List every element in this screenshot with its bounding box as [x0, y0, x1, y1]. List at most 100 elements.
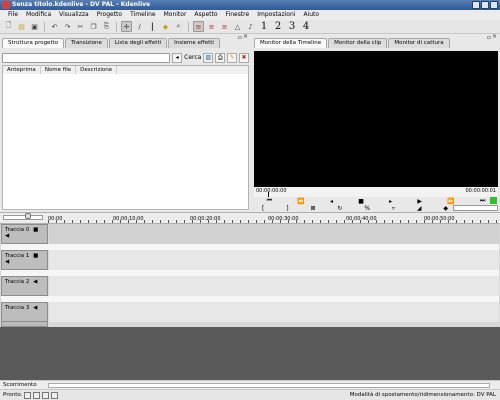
track-visibility-icon[interactable]: ■ — [33, 253, 38, 259]
desktop-3-button[interactable]: 3 — [286, 21, 298, 32]
status-button-4[interactable] — [51, 391, 59, 399]
track-view-icon[interactable]: ≡ — [193, 21, 204, 32]
menu-timeline[interactable]: Timeline — [126, 10, 160, 20]
desktop-1-button[interactable]: 1 — [258, 21, 270, 32]
menu-progetto[interactable]: Progetto — [93, 10, 126, 20]
edit-clip-icon[interactable]: ✎ — [227, 52, 238, 63]
split-icon[interactable]: ⊠ — [310, 205, 315, 212]
track-header[interactable]: Traccia 0 ■ ◀ — [1, 224, 48, 244]
track-name: Traccia 3 — [5, 305, 30, 311]
select-tool-icon[interactable]: ✛ — [121, 21, 132, 32]
status-button-3[interactable] — [42, 391, 50, 399]
column-preview[interactable]: Anteprima — [3, 66, 41, 74]
marker-add-icon[interactable]: ◆ — [443, 205, 448, 212]
monitor-ruler[interactable]: 00:00:00:00 00:00:00:01 — [254, 187, 498, 197]
horizontal-scrollbar[interactable] — [48, 383, 490, 388]
column-filename[interactable]: Nome file — [41, 66, 77, 74]
paste-icon[interactable]: ⎘ — [101, 21, 112, 32]
track-lane[interactable] — [49, 224, 499, 244]
razor-tool-icon[interactable]: ∕ — [134, 21, 145, 32]
zone-out-icon[interactable]: ] — [286, 205, 288, 212]
close-panel-icon[interactable]: × — [243, 33, 248, 40]
scale-icon[interactable]: % — [364, 205, 370, 212]
zone-in-icon[interactable]: [ — [262, 205, 264, 212]
timeline-ruler[interactable]: 00:00 00:00:10:00 00:00:20:00 00:00:30:0… — [0, 212, 500, 224]
column-description[interactable]: Descrizione — [76, 66, 118, 74]
monitor-time-start: 00:00:00:00 — [256, 188, 287, 194]
tab-effect-stack[interactable]: Insieme effetti — [168, 38, 220, 48]
track-mute-icon[interactable]: ◀ — [33, 305, 37, 311]
menu-monitor[interactable]: Monitor — [160, 10, 191, 20]
spacer-tool-icon[interactable]: ┃ — [147, 21, 158, 32]
tab-transitions[interactable]: Transizione — [65, 38, 108, 48]
open-folder-icon[interactable]: ▤ — [16, 21, 27, 32]
desktop-2-button[interactable]: 2 — [272, 21, 284, 32]
track-lane[interactable] — [49, 302, 499, 322]
monitor-screen[interactable] — [254, 51, 498, 187]
track-lane[interactable] — [49, 250, 499, 270]
save-icon[interactable]: ▣ — [29, 21, 40, 32]
track-visibility-icon[interactable]: ■ — [33, 227, 38, 233]
zoom-slider-handle[interactable] — [25, 213, 31, 219]
menu-visualizza[interactable]: Visualizza — [55, 10, 93, 20]
tab-capture-monitor[interactable]: Monitor di cattura — [388, 38, 450, 48]
track-name: Traccia 2 — [5, 279, 30, 285]
status-button-1[interactable] — [24, 391, 32, 399]
zoom-slider[interactable] — [3, 215, 43, 220]
desktop-4-button[interactable]: 4 — [300, 21, 312, 32]
window-titlebar: Senza titolo.kdenlive - DV PAL - Kdenliv… — [0, 0, 500, 10]
status-ready: Pronto. — [3, 391, 23, 398]
track-mute-icon[interactable]: ◀ — [33, 279, 37, 285]
track-header[interactable]: Traccia 1 ■ ◀ — [1, 250, 48, 270]
close-window-button[interactable] — [490, 1, 498, 9]
tab-timeline-monitor[interactable]: Monitor della Timeline — [254, 38, 328, 48]
add-clip-icon[interactable]: ▨ — [203, 52, 214, 63]
tab-effects-list[interactable]: Lista degli effetti — [108, 38, 168, 48]
cut-icon[interactable]: ✂ — [75, 21, 86, 32]
project-tabs: Struttura progetto Transizione Lista deg… — [2, 38, 221, 48]
tab-project-tree[interactable]: Struttura progetto — [2, 38, 65, 48]
redo-icon[interactable]: ↷ — [62, 21, 73, 32]
menu-file[interactable]: File — [4, 10, 22, 20]
ruler-ticks — [48, 220, 500, 223]
delete-clip-icon[interactable]: ✖ — [239, 52, 250, 63]
search-input[interactable] — [2, 52, 171, 63]
snap-icon[interactable]: ◆ — [160, 21, 171, 32]
thumbnail-view-icon[interactable]: ≡ — [206, 21, 217, 32]
track-mute-icon[interactable]: ◀ — [5, 233, 9, 239]
menu-aiuto[interactable]: Aiuto — [299, 10, 323, 20]
volume-icon[interactable]: ◢ — [417, 205, 422, 212]
menubar: File Modifica Visualizza Progetto Timeli… — [0, 10, 500, 20]
volume-slider[interactable] — [453, 205, 498, 211]
clear-search-icon[interactable]: ◂ — [172, 52, 183, 63]
audio-view-icon[interactable]: ≡ — [219, 21, 230, 32]
menu-impostazioni[interactable]: Impostazioni — [253, 10, 299, 20]
new-file-icon[interactable]: 🗋 — [3, 21, 14, 32]
loop-icon[interactable]: ↻ — [337, 205, 342, 212]
track-mute-icon[interactable]: ◀ — [5, 259, 9, 265]
filter-icon[interactable]: ▿ — [392, 205, 395, 212]
track-header[interactable]: Traccia 3 ◀ — [1, 302, 48, 322]
menu-finestre[interactable]: Finestre — [222, 10, 254, 20]
track-lane[interactable] — [49, 276, 499, 296]
tab-clip-monitor[interactable]: Monitor della clip — [328, 38, 388, 48]
project-clip-list[interactable] — [2, 74, 249, 210]
sound-icon[interactable]: ♪ — [245, 21, 256, 32]
add-color-clip-icon[interactable]: ⎙ — [215, 52, 226, 63]
undo-icon[interactable]: ↶ — [49, 21, 60, 32]
track-header[interactable]: Traccia 2 ◀ — [1, 276, 48, 296]
monitor-undock-icon[interactable]: ▫ — [487, 34, 491, 41]
menu-modifica[interactable]: Modifica — [22, 10, 55, 20]
timeline-empty-area[interactable] — [0, 327, 500, 380]
menu-aspetto[interactable]: Aspetto — [190, 10, 221, 20]
marker-icon[interactable]: △ — [232, 21, 243, 32]
monitor-close-icon[interactable]: × — [492, 33, 497, 40]
minimize-button[interactable] — [472, 1, 480, 9]
zoom-icon[interactable]: ⌕ — [173, 21, 184, 32]
undock-icon[interactable]: ▫ — [238, 34, 242, 41]
render-status-indicator — [490, 197, 497, 204]
status-button-2[interactable] — [33, 391, 41, 399]
maximize-button[interactable] — [481, 1, 489, 9]
copy-icon[interactable]: ❐ — [88, 21, 99, 32]
monitor-panel: ▫ × Monitor della Timeline Monitor della… — [252, 33, 500, 212]
